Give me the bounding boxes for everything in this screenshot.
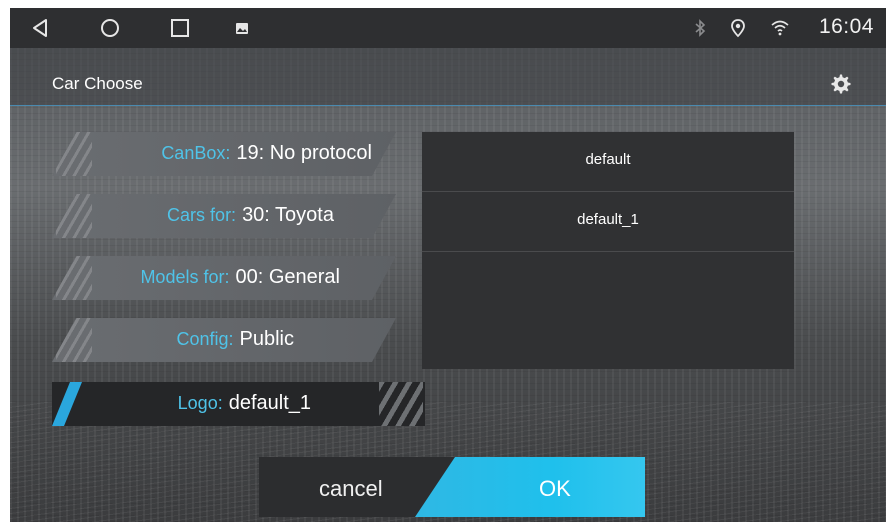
option-label: Models for:	[140, 267, 230, 287]
config-option[interactable]: Config: Public	[52, 318, 396, 362]
head-unit-screen: 16:04 Car Choose CanBox: 19: No protocol …	[10, 8, 886, 522]
location-icon	[728, 18, 748, 38]
cancel-button-label: cancel	[319, 476, 383, 501]
back-icon[interactable]	[28, 16, 52, 40]
option-value: default_1	[228, 392, 311, 414]
option-value: Public	[239, 328, 294, 350]
list-item[interactable]: default	[422, 132, 794, 192]
ok-button-label: OK	[539, 476, 571, 501]
option-label: Logo:	[177, 393, 223, 413]
option-value: 00: General	[235, 266, 340, 288]
wifi-icon	[770, 18, 790, 38]
ok-button[interactable]: OK	[415, 457, 645, 517]
home-icon[interactable]	[98, 16, 122, 40]
option-value: 19: No protocol	[236, 142, 372, 164]
status-bar: 16:04	[10, 8, 886, 48]
option-value: 30: Toyota	[242, 204, 334, 226]
logo-option[interactable]: Logo: default_1	[52, 382, 425, 426]
notification-icon[interactable]	[230, 16, 254, 40]
option-label: CanBox:	[161, 143, 231, 163]
title-bar: Car Choose	[10, 48, 886, 106]
status-clock: 16:04	[818, 15, 874, 38]
option-label: Config:	[176, 329, 234, 349]
bluetooth-icon	[690, 18, 710, 38]
list-item[interactable]: default_1	[422, 192, 794, 252]
page-title: Car Choose	[52, 74, 143, 93]
gear-icon[interactable]	[830, 73, 852, 95]
option-label: Cars for:	[167, 205, 237, 225]
canbox-option[interactable]: CanBox: 19: No protocol	[52, 132, 396, 176]
models-for-option[interactable]: Models for: 00: General	[52, 256, 396, 300]
logo-list: default default_1	[422, 132, 794, 369]
recents-icon[interactable]	[168, 16, 192, 40]
cars-for-option[interactable]: Cars for: 30: Toyota	[52, 194, 396, 238]
